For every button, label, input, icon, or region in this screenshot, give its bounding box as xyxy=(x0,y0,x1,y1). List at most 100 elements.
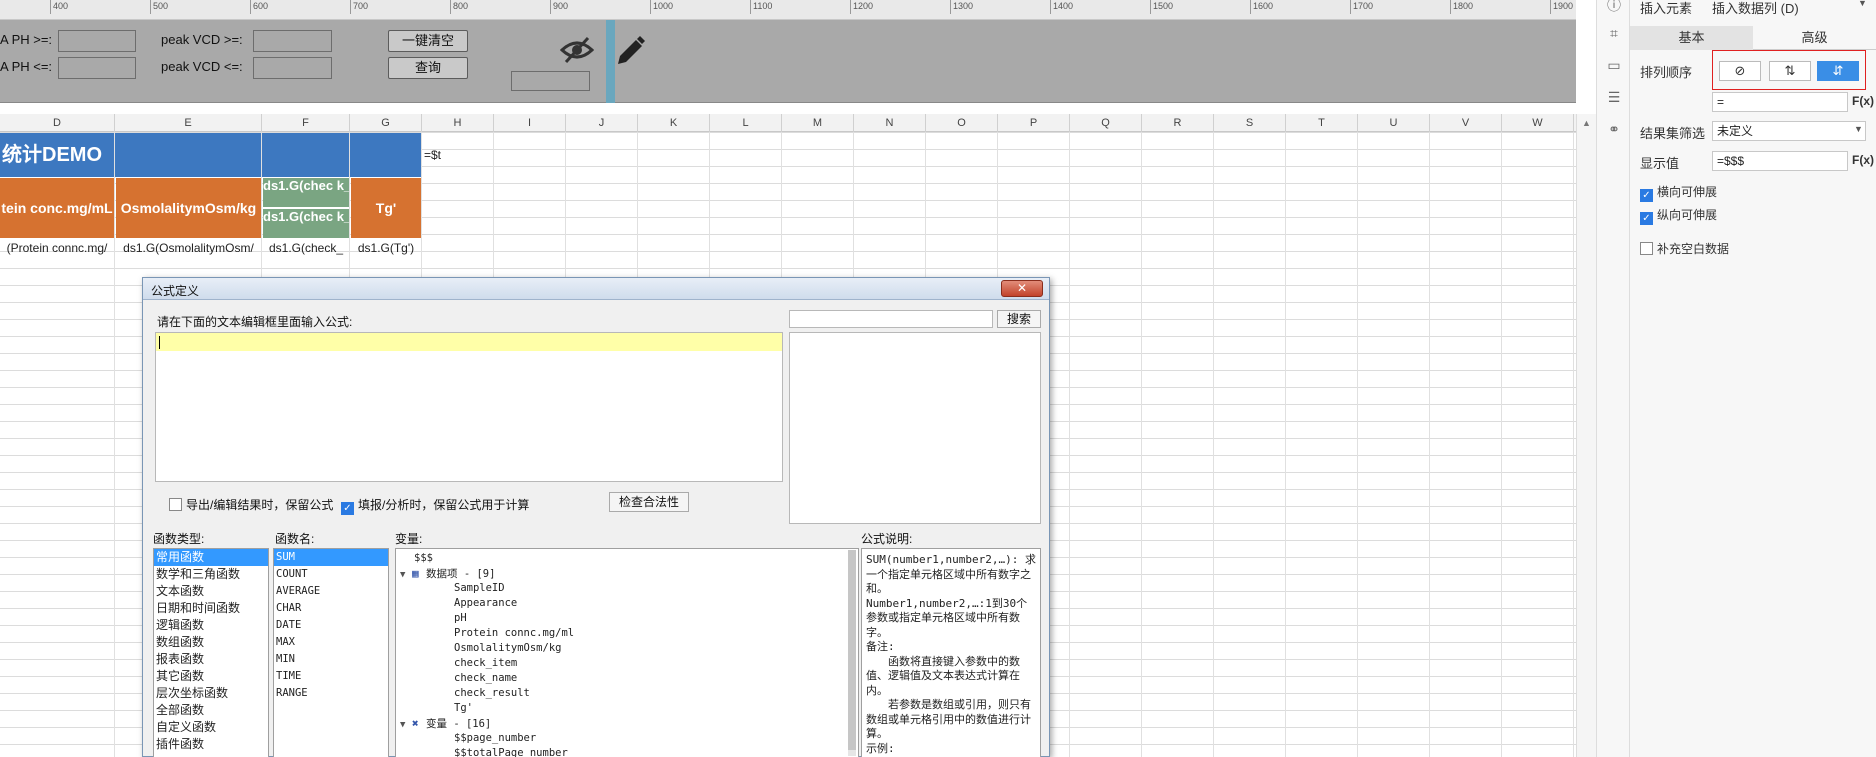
column-header-H[interactable]: H xyxy=(422,114,494,132)
column-header-R[interactable]: R xyxy=(1142,114,1214,132)
function-type-item[interactable]: 数组函数 xyxy=(154,634,268,651)
column-header-P[interactable]: P xyxy=(998,114,1070,132)
function-name-item[interactable]: COUNT xyxy=(274,566,388,583)
close-icon[interactable]: ✕ xyxy=(1001,280,1043,297)
function-type-item[interactable]: 常用函数 xyxy=(154,549,268,566)
result-filter-select[interactable]: 未定义 xyxy=(1712,121,1866,141)
sort-fx-button[interactable]: F(x) xyxy=(1852,94,1874,108)
check-icon[interactable]: ✓ xyxy=(341,502,354,515)
h1-formula-cell[interactable]: =$t xyxy=(422,146,492,164)
function-name-list[interactable]: SUM COUNT AVERAGE CHAR DATE MAX MIN TIME RANGE xyxy=(273,548,389,757)
vcd-min-input[interactable] xyxy=(253,30,332,52)
function-name-item[interactable]: AVERAGE xyxy=(274,583,388,600)
ph-min-input[interactable] xyxy=(58,30,136,52)
variable-tree-node[interactable]: $$totalPage_number xyxy=(396,746,858,757)
link-icon[interactable]: ⚭ xyxy=(1605,120,1623,138)
variable-tree-node[interactable]: Tg' xyxy=(396,701,858,716)
search-button[interactable]: 搜索 xyxy=(997,310,1041,328)
variable-tree-node[interactable]: check_name xyxy=(396,671,858,686)
function-name-item[interactable]: TIME xyxy=(274,668,388,685)
column-header-J[interactable]: J xyxy=(566,114,638,132)
eye-off-icon[interactable] xyxy=(559,36,595,67)
display-value-input[interactable]: =$$$ xyxy=(1712,151,1848,171)
variable-tree[interactable]: $$$ ▼ ▦ 数据项 - [9] SampleID Appearance pH Protei… xyxy=(395,548,859,757)
check-icon[interactable]: ✓ xyxy=(1640,189,1653,202)
function-type-item[interactable]: 数学和三角函数 xyxy=(154,566,268,583)
header-tg[interactable]: Tg' xyxy=(351,178,421,238)
column-header-D[interactable]: D xyxy=(0,114,115,132)
function-name-item[interactable]: DATE xyxy=(274,617,388,634)
column-header-W[interactable]: W xyxy=(1502,114,1574,132)
function-type-item[interactable]: 层次坐标函数 xyxy=(154,685,268,702)
variable-tree-node[interactable]: check_result xyxy=(396,686,858,701)
variable-tree-node[interactable]: $$page_number xyxy=(396,731,858,746)
variable-tree-node[interactable]: pH xyxy=(396,611,858,626)
vcd-max-input[interactable] xyxy=(253,57,332,79)
clear-button[interactable]: 一键清空 xyxy=(388,30,468,52)
fill-blank-checkbox[interactable]: 补充空白数据 xyxy=(1640,241,1729,257)
variable-tree-node[interactable]: ▼ ✖ 变量 - [16] xyxy=(396,716,858,731)
crop-icon[interactable]: ⌗ xyxy=(1605,24,1623,42)
chevron-down-icon[interactable]: ▼ xyxy=(1858,0,1867,8)
vertical-scrollbar[interactable]: ▲ xyxy=(1576,114,1596,757)
variable-tree-node[interactable]: Appearance xyxy=(396,596,858,611)
column-header-E[interactable]: E xyxy=(115,114,262,132)
data-cell-check[interactable]: ds1.G(check_ xyxy=(263,239,349,257)
keep-formula-fill-checkbox[interactable]: ✓ 填报/分析时，保留公式用于计算 xyxy=(341,496,529,515)
sort-descending-icon[interactable]: ⇵ xyxy=(1817,61,1859,81)
dialog-title-bar[interactable]: 公式定义 ✕ xyxy=(143,278,1049,300)
column-header-V[interactable]: V xyxy=(1430,114,1502,132)
variable-tree-node[interactable]: OsmolalitymOsm/kg xyxy=(396,641,858,656)
function-type-item[interactable]: 逻辑函数 xyxy=(154,617,268,634)
function-type-item[interactable]: 插件函数 xyxy=(154,736,268,753)
function-search-input[interactable] xyxy=(789,310,993,328)
layers-icon[interactable]: ☰ xyxy=(1605,88,1623,106)
function-name-item[interactable]: MIN xyxy=(274,651,388,668)
formula-editor[interactable] xyxy=(155,332,783,482)
column-header-N[interactable]: N xyxy=(854,114,926,132)
column-header-M[interactable]: M xyxy=(782,114,854,132)
search-results-box[interactable] xyxy=(789,332,1041,524)
expand-toggle-icon[interactable]: ▼ xyxy=(400,718,412,733)
variable-tree-node[interactable]: Protein connc.mg/ml xyxy=(396,626,858,641)
checkbox-box[interactable] xyxy=(169,498,182,511)
column-header-L[interactable]: L xyxy=(710,114,782,132)
expand-toggle-icon[interactable]: ▼ xyxy=(400,568,412,583)
function-name-item[interactable]: CHAR xyxy=(274,600,388,617)
info-icon[interactable]: ⓘ xyxy=(1605,0,1623,14)
check-validity-button[interactable]: 检查合法性 xyxy=(609,492,689,512)
column-header-Q[interactable]: Q xyxy=(1070,114,1142,132)
function-type-list[interactable]: 常用函数 数学和三角函数 文本函数 日期和时间函数 逻辑函数 数组函数 报表函数 其它函数 层次… xyxy=(153,548,269,757)
function-type-item[interactable]: 文本函数 xyxy=(154,583,268,600)
function-type-item[interactable]: 自定义函数 xyxy=(154,719,268,736)
tab-basic[interactable]: 基本 xyxy=(1630,26,1753,50)
sort-ascending-icon[interactable]: ⇅ xyxy=(1769,61,1811,81)
function-type-item[interactable]: 其它函数 xyxy=(154,668,268,685)
column-header-S[interactable]: S xyxy=(1214,114,1286,132)
function-type-item[interactable]: 报表函数 xyxy=(154,651,268,668)
query-button[interactable]: 查询 xyxy=(388,57,468,79)
variable-tree-node[interactable]: SampleID xyxy=(396,581,858,596)
checkbox-box[interactable] xyxy=(1640,242,1653,255)
data-cell-protein[interactable]: (Protein connc.mg/ xyxy=(0,239,114,257)
column-header-G[interactable]: G xyxy=(350,114,422,132)
column-header-K[interactable]: K xyxy=(638,114,710,132)
column-header-U[interactable]: U xyxy=(1358,114,1430,132)
keep-formula-export-checkbox[interactable]: 导出/编辑结果时，保留公式 xyxy=(169,496,333,513)
header-check-name[interactable]: ds1.G(chec k_name) xyxy=(263,209,349,238)
function-name-item[interactable]: SUM xyxy=(274,549,388,566)
variable-tree-node[interactable]: ▼ ▦ 数据项 - [9] xyxy=(396,566,858,581)
column-header-F[interactable]: F xyxy=(262,114,350,132)
function-type-item[interactable]: 全部函数 xyxy=(154,702,268,719)
column-header-O[interactable]: O xyxy=(926,114,998,132)
variable-tree-node[interactable]: $$$ xyxy=(396,551,858,566)
widget-icon[interactable]: ▭ xyxy=(1605,56,1623,74)
function-name-item[interactable]: MAX xyxy=(274,634,388,651)
ph-max-input[interactable] xyxy=(58,57,136,79)
filter-chevron-icon[interactable]: ▼ xyxy=(1854,124,1863,134)
header-check-item[interactable]: ds1.G(chec k_item) xyxy=(263,178,349,207)
check-icon[interactable]: ✓ xyxy=(1640,212,1653,225)
pencil-icon[interactable] xyxy=(614,34,646,71)
scroll-up-icon[interactable]: ▲ xyxy=(1582,118,1591,128)
header-osmolality[interactable]: OsmolalitymOsm/kg xyxy=(116,178,261,238)
